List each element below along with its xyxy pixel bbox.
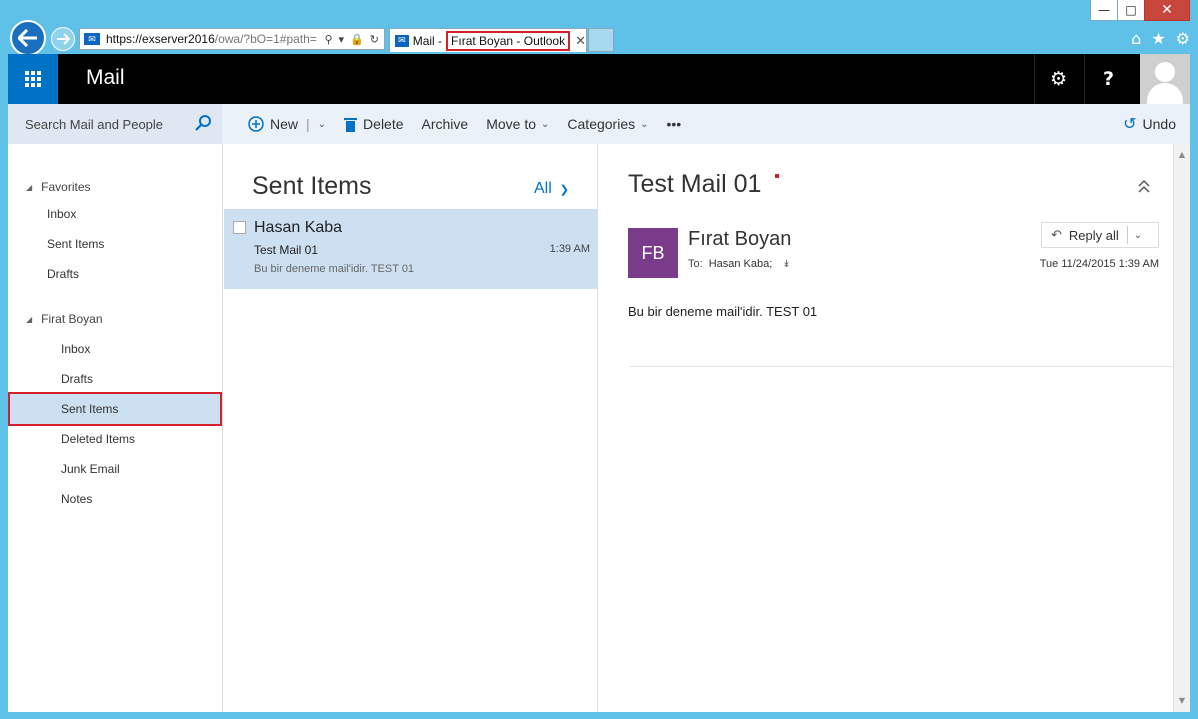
mail-favicon-icon: ✉: [395, 34, 409, 47]
favorites-header[interactable]: ◢ Favorites: [26, 180, 91, 194]
folder-pane: ◢ Favorites Inbox Sent Items Drafts ◢ Fi…: [8, 144, 223, 712]
dropdown-icon[interactable]: ▾: [339, 33, 345, 46]
mail-favicon-icon: ✉: [84, 33, 100, 45]
collapse-icon[interactable]: [1137, 178, 1151, 194]
scroll-down-icon[interactable]: ▼: [1177, 696, 1187, 706]
more-commands-button[interactable]: •••: [667, 116, 682, 132]
search-icon[interactable]: [194, 114, 212, 132]
top-bar: Mail ⚙ ?: [8, 54, 1190, 104]
message-body: Bu bir deneme mail'idir. TEST 01: [628, 304, 818, 319]
waffle-icon: [25, 71, 41, 87]
star-icon[interactable]: ★: [1151, 29, 1165, 48]
search-icon[interactable]: ⚲: [324, 33, 332, 46]
user-avatar[interactable]: [1140, 54, 1190, 104]
close-tab-icon[interactable]: ✕: [575, 33, 586, 49]
message-list: Sent Items All ❯ Hasan Kaba Test Mail 01…: [224, 144, 598, 712]
undo-icon: ↺: [1123, 116, 1137, 133]
gear-icon: ⚙: [1049, 68, 1068, 90]
reply-all-button[interactable]: ↶ Reply all ⌄: [1041, 222, 1159, 248]
sender-avatar: FB: [628, 228, 678, 278]
scrollbar[interactable]: ▲ ▼: [1173, 144, 1190, 712]
lock-icon[interactable]: 🔒: [350, 33, 364, 46]
reading-pane: Test Mail 01 FB Fırat Boyan To: Hasan Ka…: [599, 144, 1173, 712]
folder-deleted-items[interactable]: Deleted Items: [61, 424, 135, 454]
importance-flag-icon: [775, 174, 779, 178]
folder-inbox[interactable]: Inbox: [61, 334, 90, 364]
home-icon[interactable]: ⌂: [1131, 29, 1141, 48]
collapse-triangle-icon: ◢: [26, 182, 33, 192]
plus-circle-icon: [248, 116, 264, 132]
recipients: To: Hasan Kaba; ↡: [688, 258, 791, 270]
reply-options-chevron[interactable]: ⌄: [1126, 226, 1143, 244]
message-item[interactable]: Hasan Kaba Test Mail 01 1:39 AM Bu bir d…: [224, 209, 598, 289]
sender-name[interactable]: Fırat Boyan: [688, 228, 791, 251]
chevron-down-icon: ⌄: [1133, 229, 1143, 241]
categories-button[interactable]: Categories ⌄: [567, 116, 648, 132]
window-controls: — □ ✕: [1090, 0, 1190, 22]
address-url: https://exserver2016/owa/?bO=1#path=: [106, 32, 317, 46]
search-input[interactable]: Search Mail and People: [25, 117, 163, 132]
address-bar[interactable]: ✉ https://exserver2016/owa/?bO=1#path= ⚲…: [79, 28, 385, 50]
reply-all-icon: ↶: [1051, 227, 1062, 242]
app-title: Mail: [86, 66, 125, 89]
archive-button[interactable]: Archive: [422, 116, 469, 132]
chevron-down-icon: ❯: [559, 183, 569, 196]
folder-junk-email[interactable]: Junk Email: [61, 454, 120, 484]
list-title: Sent Items: [252, 172, 372, 200]
scroll-up-icon[interactable]: ▲: [1177, 150, 1187, 160]
ellipsis-icon: •••: [666, 116, 682, 132]
favorite-inbox[interactable]: Inbox: [47, 199, 76, 229]
refresh-icon[interactable]: ↻: [370, 33, 379, 46]
recipient-name[interactable]: Hasan Kaba;: [709, 258, 773, 270]
favorite-drafts[interactable]: Drafts: [47, 259, 79, 289]
app-launcher-button[interactable]: [8, 54, 58, 104]
collapse-triangle-icon: ◢: [26, 314, 33, 324]
message-checkbox[interactable]: [233, 221, 246, 234]
minimize-button[interactable]: —: [1090, 0, 1118, 21]
forward-button[interactable]: [51, 27, 75, 51]
message-sender: Hasan Kaba: [254, 219, 343, 236]
folder-sent-items[interactable]: Sent Items: [8, 392, 222, 426]
owa-app: Mail ⚙ ? Search Mail and People New | ⌄ …: [8, 54, 1190, 712]
move-to-button[interactable]: Move to ⌄: [486, 116, 549, 132]
undo-button[interactable]: ↺ Undo: [1123, 104, 1176, 144]
tab-title-prefix: Mail -: [412, 33, 443, 48]
message-date: Tue 11/24/2015 1:39 AM: [1039, 258, 1159, 270]
divider: [629, 366, 1173, 367]
gear-icon[interactable]: ⚙: [1176, 29, 1190, 48]
message-preview: Bu bir deneme mail'idir. TEST 01: [254, 263, 415, 275]
message-subject-heading: Test Mail 01: [628, 170, 762, 198]
expand-recipients-icon[interactable]: ↡: [782, 259, 790, 270]
trash-icon: [344, 117, 358, 132]
chevron-down-icon[interactable]: ⌄: [318, 119, 326, 130]
command-bar: Search Mail and People New | ⌄ Delete Ar…: [8, 104, 1190, 144]
separator: |: [306, 116, 310, 132]
favorite-sent-items[interactable]: Sent Items: [47, 229, 104, 259]
delete-button[interactable]: Delete: [344, 116, 404, 132]
chevron-down-icon: ⌄: [640, 118, 649, 130]
maximize-button[interactable]: □: [1117, 0, 1145, 21]
help-button[interactable]: ?: [1084, 54, 1132, 104]
account-header[interactable]: ◢ Firat Boyan: [26, 312, 103, 326]
chevron-down-icon: ⌄: [541, 118, 550, 130]
arrow-left-icon: [18, 29, 37, 47]
tab-title-highlighted: Fırat Boyan - Outlook: [446, 30, 571, 51]
new-button[interactable]: New: [248, 116, 298, 132]
new-tab-button[interactable]: [588, 28, 614, 52]
folder-drafts[interactable]: Drafts: [61, 364, 93, 394]
message-subject: Test Mail 01: [254, 243, 319, 257]
browser-tab[interactable]: ✉ Mail - Fırat Boyan - Outlook ✕: [389, 28, 587, 52]
back-button[interactable]: [10, 20, 46, 56]
search-box[interactable]: Search Mail and People: [8, 104, 222, 144]
settings-button[interactable]: ⚙: [1034, 54, 1082, 104]
close-window-button[interactable]: ✕: [1144, 0, 1190, 21]
arrow-right-icon: [57, 33, 70, 45]
question-icon: ?: [1102, 68, 1115, 90]
message-time: 1:39 AM: [549, 243, 590, 255]
folder-notes[interactable]: Notes: [61, 484, 92, 514]
filter-dropdown[interactable]: All ❯: [534, 180, 569, 198]
browser-toolbar-icons: ⌂ ★ ⚙: [1131, 29, 1190, 48]
